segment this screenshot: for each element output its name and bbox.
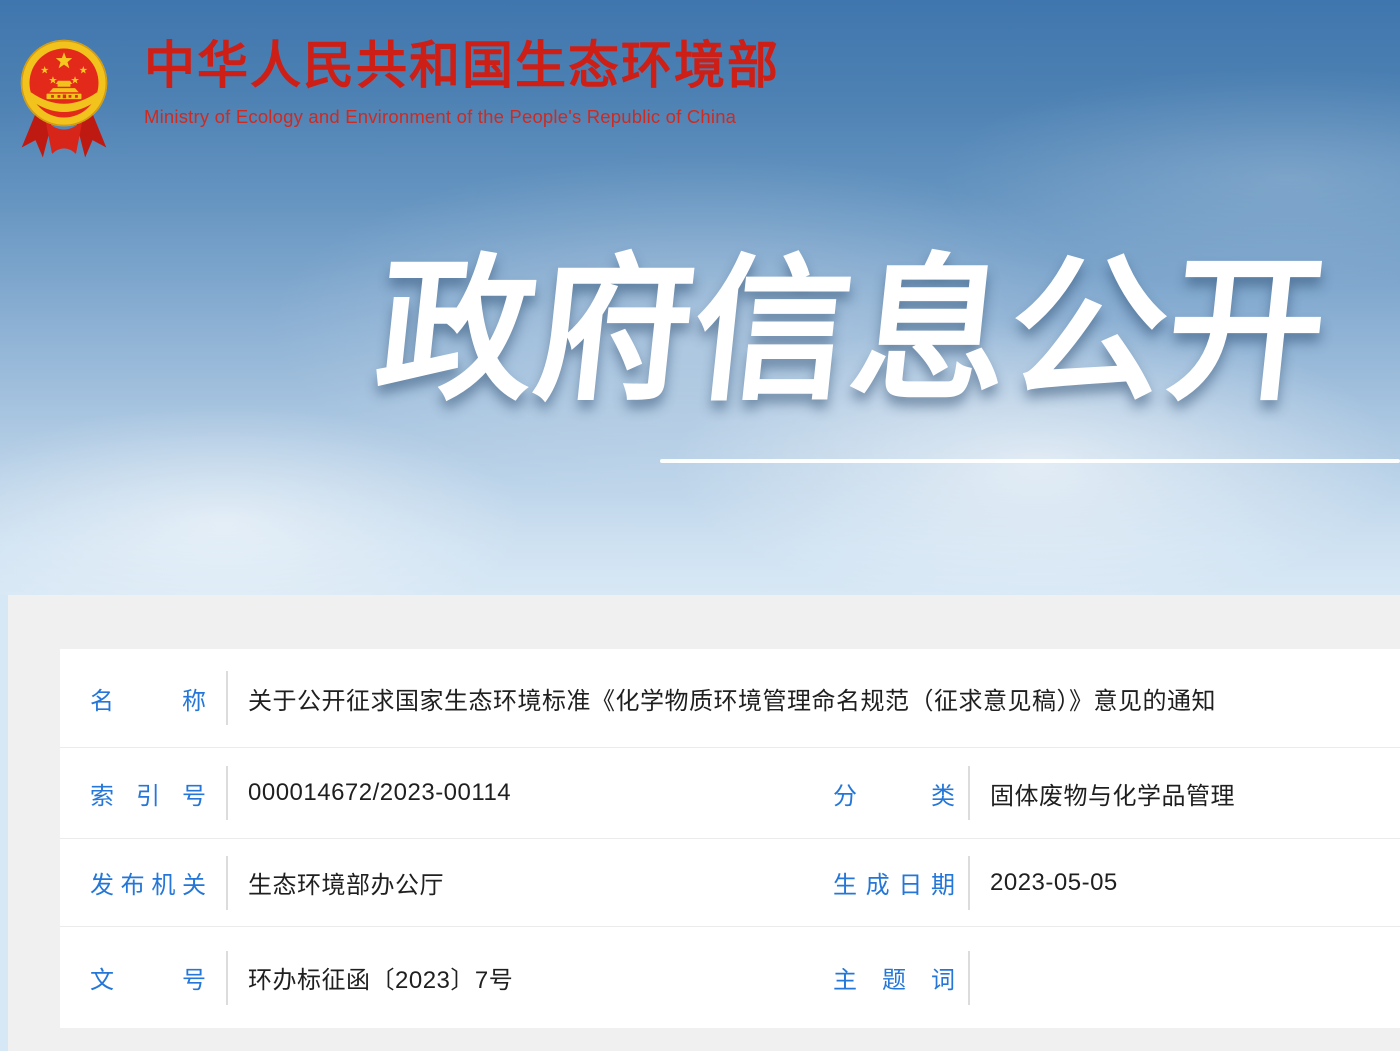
label-divider [226,766,228,820]
info-row-issuing-organ: 发布机关 生态环境部办公厅 生成日期 2023-05-05 [60,838,1400,926]
ministry-home-link[interactable]: 中华人民共和国生态环境部 Ministry of Ecology and Env… [18,22,780,165]
label-divider [968,951,970,1005]
field-value-issuing-organ: 生态环境部办公厅 [248,865,444,900]
field-value-document-number: 环办标征函〔2023〕7号 [248,960,513,995]
field-value-issue-date: 2023-05-05 [990,869,1118,897]
col-issue-date: 生成日期 2023-05-05 [833,856,1400,910]
label-divider [968,856,970,910]
page-title: 政府信息公开 [369,247,1317,417]
label-divider [226,856,228,910]
field-value-index-number: 000014672/2023-00114 [248,779,511,807]
field-label-document-number: 文号 [90,960,206,995]
col-document-number: 文号 环办标征函〔2023〕7号 [60,951,833,1005]
ministry-subtitle-en: Ministry of Ecology and Environment of t… [144,106,780,128]
field-label-issuing-organ: 发布机关 [90,865,206,900]
field-label-index-number: 索引号 [90,776,206,811]
title-underline [660,459,1400,463]
col-issuing-organ: 发布机关 生态环境部办公厅 [60,856,833,910]
ministry-header-text: 中华人民共和国生态环境部 Ministry of Ecology and Env… [144,38,780,128]
label-divider [968,766,970,820]
label-divider [226,951,228,1005]
field-label-category: 分类 [833,776,955,811]
info-row-name: 名称 关于公开征求国家生态环境标准《化学物质环境管理命名规范（征求意见稿）》意见… [60,649,1400,747]
col-index-number: 索引号 000014672/2023-00114 [60,766,833,820]
china-national-emblem-icon [18,25,110,165]
field-label-subject-words: 主题词 [833,960,955,995]
col-subject-words: 主题词 [833,951,1400,1005]
info-row-index: 索引号 000014672/2023-00114 分类 固体废物与化学品管理 [60,747,1400,838]
field-label-issue-date: 生成日期 [833,865,955,900]
label-divider [226,671,228,725]
info-section: 名称 关于公开征求国家生态环境标准《化学物质环境管理命名规范（征求意见稿）》意见… [8,595,1400,1051]
info-row-document-number: 文号 环办标征函〔2023〕7号 主题词 [60,926,1400,1028]
document-info-card: 名称 关于公开征求国家生态环境标准《化学物质环境管理命名规范（征求意见稿）》意见… [60,649,1400,1028]
field-value-category: 固体废物与化学品管理 [990,776,1235,811]
ministry-title-cn: 中华人民共和国生态环境部 [144,38,780,94]
field-label-name: 名称 [90,681,206,716]
field-value-name: 关于公开征求国家生态环境标准《化学物质环境管理命名规范（征求意见稿）》意见的通知 [248,681,1216,716]
col-category: 分类 固体废物与化学品管理 [833,766,1400,820]
